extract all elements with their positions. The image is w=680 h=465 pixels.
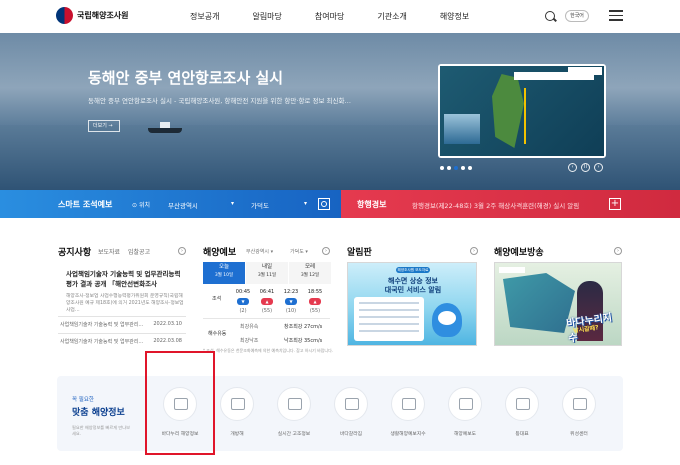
bulletin-next-icon[interactable]: ›	[470, 247, 478, 255]
chevron-down-icon: ▾	[303, 200, 307, 207]
quick-link-forecast-map[interactable]: 해양예보도	[439, 387, 491, 443]
plus-icon[interactable]: +	[609, 198, 621, 210]
region-select[interactable]: 부산광역시 ▾	[168, 200, 234, 210]
high-tide-badge: ▲	[261, 298, 273, 305]
quick-strip: 스마트 조석예보 ⊙ 위치 부산광역시 ▾ 가덕도 ▾ 항행경보 항행경보(제22-…	[0, 190, 680, 218]
tab-tomorrow[interactable]: 내일 3월 11일	[246, 262, 288, 284]
poster-info-box	[354, 297, 424, 341]
quick-link-lighthouse[interactable]: 등대표	[496, 387, 548, 443]
nav-item-about[interactable]: 기관소개	[377, 11, 406, 22]
slide-pause-button[interactable]: II	[581, 163, 590, 172]
forecast-note: * 조석, 해수유동은 천문조화예측에 의한 예측치입니다. 참고 하시기 바랍…	[203, 348, 334, 353]
site-header: 국립해양조사원 정보공개 알림마당 참여마당 기관소개 해양정보 한국어	[0, 0, 680, 33]
forecast-more-icon[interactable]: ›	[322, 247, 330, 255]
hero-more-label: 더보기	[93, 123, 107, 129]
notice-summary: 해양조사·정보업 사업수행능력평가위원회 운영규칙(국립해양조사원 예규 제18…	[66, 294, 184, 313]
fishing-icon	[402, 398, 416, 410]
nav-item-ocean-info[interactable]: 해양정보	[440, 11, 469, 22]
quick-link-realtime-tide[interactable]: 실시간 고조정보	[268, 387, 320, 443]
hero-description: 동해안 중부 연안항로조사 실시 - 국립해양조사원, 항해안전 지원을 위한 …	[88, 97, 351, 105]
tab-press-release[interactable]: 보도자료	[98, 249, 120, 256]
forecast-title[interactable]: 해양예보	[203, 245, 236, 258]
flow-label: 해수유동	[208, 331, 227, 337]
taegeuk-logo-icon	[56, 7, 73, 24]
quick-link-sea-parting[interactable]: 바다갈라짐	[325, 387, 377, 443]
forecast-region-select[interactable]: 부산광역시 ▾	[246, 248, 273, 255]
ship-wheel-icon	[231, 398, 245, 410]
slide-dot-2[interactable]	[447, 166, 451, 170]
notice-title[interactable]: 공지사항	[58, 245, 91, 258]
hero-title: 동해안 중부 연안항로조사 실시	[88, 69, 284, 87]
lighthouse-icon	[516, 398, 530, 410]
low-tide-badge: ▼	[237, 298, 249, 305]
forecast-station-select[interactable]: 가덕도 ▾	[290, 248, 308, 255]
mascot-image	[432, 303, 462, 337]
island-icon	[345, 398, 359, 410]
slider-controls: ‹ II ›	[438, 163, 608, 173]
notice-row[interactable]: 사업책임기술자 기술능력 및 업무관리… 2022.03.10	[60, 321, 186, 328]
station-select[interactable]: 가덕도 ▾	[251, 200, 307, 210]
chevron-down-icon: ▾	[230, 200, 234, 207]
notice-headline[interactable]: 사업책임기술자 기술능력 및 업무관리능력 평가 결과 공개 「해안선변화조사	[66, 269, 184, 289]
hero-more-button[interactable]: 더보기 →	[88, 120, 120, 132]
low-tide-badge: ▼	[285, 298, 297, 305]
quick-description: 필요한 해양정보를 빠르게 만나보세요.	[72, 425, 130, 436]
bulletin-title[interactable]: 알림판	[347, 245, 372, 258]
high-tide-badge: ▲	[309, 298, 321, 305]
survey-ship-image	[148, 121, 182, 133]
tab-day-after[interactable]: 모레 3월 12일	[289, 262, 331, 284]
selection-highlight-box	[145, 351, 215, 455]
slide-dot-4[interactable]	[461, 166, 465, 170]
quick-link-satellite[interactable]: 위성센터	[553, 387, 605, 443]
broadcast-next-icon[interactable]: ›	[614, 247, 622, 255]
quick-subtitle: 꼭 필요한	[72, 397, 94, 403]
notice-tabs: 보도자료 입찰공고	[98, 247, 156, 256]
agency-logo-small	[568, 67, 602, 75]
weather-map-icon	[459, 398, 473, 410]
nav-item-participation[interactable]: 참여마당	[315, 11, 344, 22]
satellite-icon	[573, 398, 587, 410]
broadcast-video-thumbnail[interactable]: 낚시갈때? 바다누리지수	[494, 262, 622, 346]
ship-photo-inset	[444, 114, 480, 144]
language-select[interactable]: 한국어	[565, 10, 589, 22]
search-icon[interactable]	[545, 11, 555, 21]
slide-dot-5[interactable]	[468, 166, 472, 170]
main-nav: 정보공개 알림마당 참여마당 기관소개 해양정보	[190, 11, 502, 22]
tab-today[interactable]: 오늘 3월 10일	[203, 262, 245, 284]
hero-banner: 동해안 중부 연안항로조사 실시 동해안 중부 연안항로조사 실시 - 국립해양…	[0, 33, 680, 190]
quick-title: 맞춤 해양정보	[72, 408, 125, 418]
ebb-speed: 낙조최강 35cm/s	[284, 338, 323, 344]
notice-row[interactable]: 사업책임기술자 기술능력 및 업무관리… 2022.03.08	[60, 338, 186, 345]
notice-more-icon[interactable]: ›	[178, 247, 186, 255]
slide-prev-button[interactable]: ‹	[568, 163, 577, 172]
nav-warning-title: 항행경보	[357, 200, 387, 209]
nav-warning-text[interactable]: 항행경보(제22-48호) 3월 2주 해상사격훈련(해경) 실시 알림	[412, 200, 579, 210]
slide-dot-1[interactable]	[440, 166, 444, 170]
location-label: ⊙ 위치	[132, 202, 150, 209]
search-icon	[321, 201, 327, 207]
logo-text: 국립해양조사원	[77, 11, 129, 20]
slide-dot-3[interactable]	[454, 166, 458, 170]
tide-search-button[interactable]	[318, 198, 330, 210]
tab-bid-notice[interactable]: 입찰공고	[128, 249, 150, 256]
tide-forecast-title: 스마트 조석예보	[58, 200, 113, 209]
site-logo[interactable]: 국립해양조사원	[56, 7, 129, 24]
quick-link-opensea[interactable]: 개방해	[211, 387, 263, 443]
bulletin-poster[interactable]: 해양조사원 보도자료 해수면 상승 정보 대국민 서비스 알림	[347, 262, 477, 346]
nav-item-info-disclosure[interactable]: 정보공개	[190, 11, 219, 22]
page: 국립해양조사원 정보공개 알림마당 참여마당 기관소개 해양정보 한국어 동해안…	[0, 0, 680, 465]
tide-wave-icon	[288, 398, 302, 410]
slide-next-button[interactable]: ›	[594, 163, 603, 172]
quick-link-life-index[interactable]: 생활해양예보지수	[382, 387, 434, 443]
broadcast-title[interactable]: 해양예보방송	[494, 245, 544, 258]
hamburger-menu-icon[interactable]	[609, 10, 623, 22]
tide-label: 조석	[212, 296, 222, 302]
flood-speed: 창조최강 27cm/s	[284, 324, 323, 330]
nav-item-notice[interactable]: 알림마당	[252, 11, 281, 22]
hero-thumbnail-map[interactable]	[438, 64, 606, 158]
